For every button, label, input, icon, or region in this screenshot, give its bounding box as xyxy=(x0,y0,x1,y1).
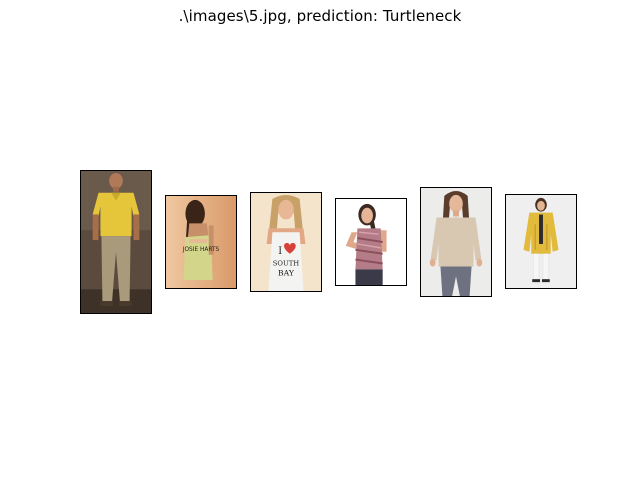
svg-text:JOSIE HARTS: JOSIE HARTS xyxy=(182,247,220,253)
result-image-1: JOSIE HARTS xyxy=(165,195,237,289)
result-image-4 xyxy=(420,187,492,297)
svg-text:BAY: BAY xyxy=(278,268,295,277)
result-image-5 xyxy=(505,194,577,289)
figure-title: .\images\5.jpg, prediction: Turtleneck xyxy=(178,7,462,25)
query-image xyxy=(80,170,152,314)
result-image-2: I SOUTH BAY xyxy=(250,192,322,292)
svg-text:SOUTH: SOUTH xyxy=(273,259,299,267)
result-image-3 xyxy=(335,198,407,286)
svg-text:I: I xyxy=(278,246,282,257)
